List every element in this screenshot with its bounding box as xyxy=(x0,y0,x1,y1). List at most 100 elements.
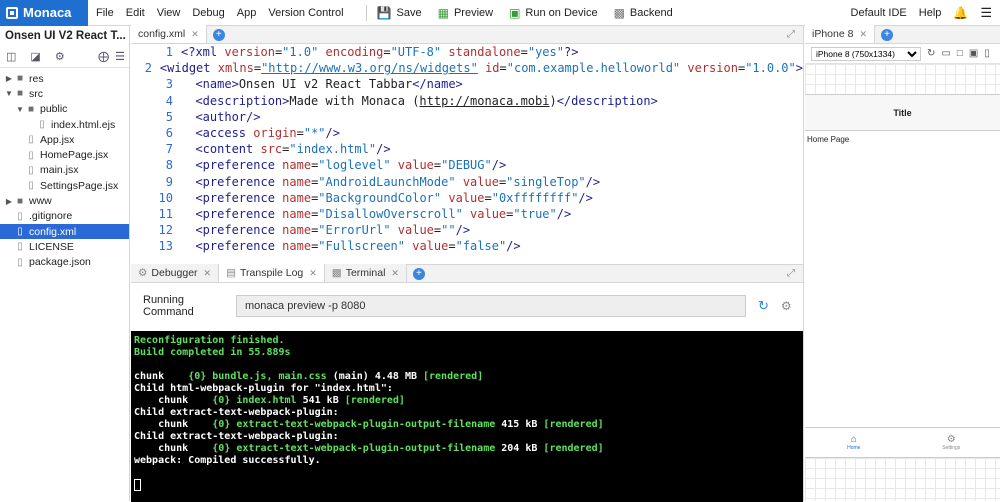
tree-item[interactable]: ▶■res xyxy=(0,71,129,86)
tree-item[interactable]: ▶■www xyxy=(0,193,129,208)
tree-item[interactable]: ▯LICENSE xyxy=(0,239,129,254)
add-tab-icon[interactable]: + xyxy=(413,268,425,280)
tree-item[interactable]: ▼■src xyxy=(0,86,129,101)
home-icon: ⌂ xyxy=(851,434,857,445)
tree-item[interactable]: ▼■public xyxy=(0,102,129,117)
menu-app[interactable]: App xyxy=(237,7,257,19)
backend-icon: ▩ xyxy=(614,6,625,20)
tab-transpile-log[interactable]: ▤Transpile Log✕ xyxy=(219,264,325,282)
tree-item[interactable]: ▯main.jsx xyxy=(0,163,129,178)
phone-tab-settings[interactable]: ⚙Settings xyxy=(903,428,1000,457)
terminal-text: chunk xyxy=(134,395,212,406)
monaca-logo[interactable]: Monaca xyxy=(0,0,88,26)
close-icon[interactable]: ✕ xyxy=(859,29,867,40)
new-folder-icon[interactable]: ⨁ xyxy=(98,50,109,63)
line-number: 8 xyxy=(131,157,181,173)
terminal-text: [rendered] xyxy=(345,395,405,406)
save-icon[interactable]: ▣ xyxy=(969,48,978,59)
default-ide-menu[interactable]: Default IDE xyxy=(851,7,907,19)
menu-version-control[interactable]: Version Control xyxy=(268,7,343,19)
new-file-icon[interactable]: ◫ xyxy=(6,50,16,63)
running-command-input[interactable] xyxy=(236,295,746,317)
menu-view[interactable]: View xyxy=(157,7,181,19)
device-select[interactable]: iPhone 8 (750x1334) xyxy=(811,47,921,61)
toolbar: 💾Save ▦Preview ▣Run on Device ▩Backend xyxy=(366,5,689,21)
tree-item[interactable]: ▯.gitignore xyxy=(0,209,129,224)
terminal-line: Build completed in 55.889s xyxy=(134,347,800,359)
line-number: 12 xyxy=(131,222,181,238)
close-icon[interactable]: ✕ xyxy=(191,29,199,40)
tree-item[interactable]: ▯config.xml xyxy=(0,224,129,239)
tree-item[interactable]: ▯package.json xyxy=(0,255,129,270)
menu-bar: Monaca File Edit View Debug App Version … xyxy=(0,0,1000,26)
add-tab-icon[interactable]: + xyxy=(881,29,893,41)
editor-tab-bar: config.xml✕ + ⤢ xyxy=(131,26,803,44)
tablet-icon[interactable]: ▯ xyxy=(984,48,990,59)
save-button[interactable]: 💾Save xyxy=(377,6,422,20)
code-line: 4 <description>Made with Monaca (http://… xyxy=(131,93,803,109)
tab-iphone-8[interactable]: iPhone 8✕ xyxy=(805,25,875,43)
screen-icon[interactable]: ▭ xyxy=(941,48,950,59)
code-area[interactable]: 1<?xml version="1.0" encoding="UTF-8" st… xyxy=(131,44,803,264)
restart-icon[interactable]: ↻ xyxy=(758,298,769,314)
terminal-output[interactable]: Reconfiguration finished.Build completed… xyxy=(131,331,803,502)
phone-tab-home[interactable]: ⌂Home xyxy=(805,428,903,457)
tab-debugger[interactable]: ⚙Debugger✕ xyxy=(131,264,219,282)
upload-icon[interactable]: ◪ xyxy=(30,50,40,63)
close-icon[interactable]: ✕ xyxy=(391,268,399,279)
terminal-line: Child html-webpack-plugin for "index.htm… xyxy=(134,383,800,395)
tree-item[interactable]: ▯index.html.ejs xyxy=(0,117,129,132)
hamburger-icon[interactable]: ☰ xyxy=(980,5,992,21)
file-sidebar: Onsen UI V2 React T... ◫ ◪ ⚙ ⨁ ☰ ▶■res▼■… xyxy=(0,26,130,501)
terminal-text: [rendered] xyxy=(543,419,603,430)
caret-down-icon[interactable]: ▼ xyxy=(4,89,14,98)
run-icon: ▣ xyxy=(509,6,520,20)
caret-down-icon[interactable]: ▼ xyxy=(15,105,25,114)
tab-terminal[interactable]: ▩Terminal✕ xyxy=(325,264,407,282)
terminal-text: 415 kB xyxy=(495,419,543,430)
rotate-icon[interactable]: ↻ xyxy=(927,48,935,59)
bell-icon[interactable]: 🔔 xyxy=(953,6,968,20)
terminal-line: chunk {0} extract-text-webpack-plugin-ou… xyxy=(134,443,800,455)
menu-edit[interactable]: Edit xyxy=(126,7,145,19)
expand-icon[interactable]: ⤢ xyxy=(787,268,795,279)
tree-item-label: HomePage.jsx xyxy=(40,149,108,161)
terminal-text: [rendered] xyxy=(423,371,483,382)
expand-icon[interactable]: ⤢ xyxy=(787,29,795,40)
monaca-logo-icon xyxy=(6,7,18,19)
tree-item[interactable]: ▯App.jsx xyxy=(0,132,129,147)
help-menu[interactable]: Help xyxy=(919,7,942,19)
menu-debug[interactable]: Debug xyxy=(192,7,224,19)
tab-config-xml[interactable]: config.xml✕ xyxy=(131,25,207,43)
gear-icon[interactable]: ⚙ xyxy=(781,299,792,313)
phone-page-content: Home Page xyxy=(805,131,1000,144)
run-on-device-button[interactable]: ▣Run on Device xyxy=(509,6,598,20)
terminal-text: chunk xyxy=(134,443,212,454)
code-line: 8 <preference name="loglevel" value="DEB… xyxy=(131,157,803,173)
code-line: 1<?xml version="1.0" encoding="UTF-8" st… xyxy=(131,44,803,60)
phone-screen[interactable]: Title Home Page ⌂Home ⚙Settings xyxy=(805,94,1000,458)
toolbar-divider xyxy=(366,5,367,21)
file-icon: ▯ xyxy=(25,134,37,145)
refresh-icon[interactable]: ⚙ xyxy=(55,50,65,63)
menu-file[interactable]: File xyxy=(96,7,114,19)
caret-right-icon[interactable]: ▶ xyxy=(4,74,14,83)
line-number: 11 xyxy=(131,206,181,222)
terminal-cursor xyxy=(134,479,141,491)
code-text: <author/> xyxy=(181,109,260,125)
tree-item[interactable]: ▯SettingsPage.jsx xyxy=(0,178,129,193)
terminal-text: Reconfiguration finished. xyxy=(134,335,285,346)
close-icon[interactable]: ✕ xyxy=(309,268,317,279)
tree-item[interactable]: ▯HomePage.jsx xyxy=(0,147,129,162)
code-line: 2<widget xmlns="http://www.w3.org/ns/wid… xyxy=(131,60,803,76)
close-icon[interactable]: ✕ xyxy=(204,268,212,279)
window-icon[interactable]: □ xyxy=(957,48,963,59)
add-tab-icon[interactable]: + xyxy=(213,29,225,41)
list-icon[interactable]: ☰ xyxy=(115,50,125,63)
settings-icon: ⚙ xyxy=(947,434,956,445)
code-line: 5 <author/> xyxy=(131,109,803,125)
caret-right-icon[interactable]: ▶ xyxy=(4,197,14,206)
terminal-line: webpack: Compiled successfully. xyxy=(134,455,800,467)
preview-button[interactable]: ▦Preview xyxy=(438,6,493,20)
backend-button[interactable]: ▩Backend xyxy=(614,6,673,20)
